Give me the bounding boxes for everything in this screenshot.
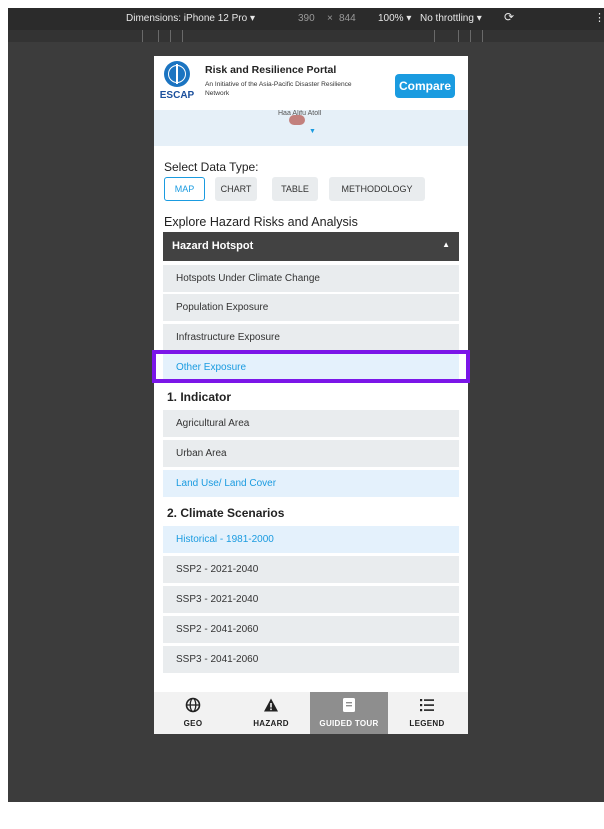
escap-logo[interactable]: ESCAP <box>158 61 196 107</box>
ruler-tick <box>470 30 471 42</box>
globe-icon <box>154 697 232 717</box>
hazard-hotspot-dropdown[interactable]: Hazard Hotspot ▲ <box>163 232 459 261</box>
ruler-tick <box>458 30 459 42</box>
book-icon <box>310 697 388 717</box>
dimension-separator: × <box>327 13 333 24</box>
explore-hazard-label: Explore Hazard Risks and Analysis <box>164 215 358 229</box>
scenario-ssp2-2021-2040[interactable]: SSP2 - 2021-2040 <box>163 556 459 583</box>
option-label: Hotspots Under Climate Change <box>176 273 320 284</box>
portal-title: Risk and Resilience Portal <box>205 64 337 76</box>
nav-label: GUIDED TOUR <box>319 719 379 728</box>
caret-up-icon: ▲ <box>442 240 450 249</box>
indicator-heading: 1. Indicator <box>167 390 232 404</box>
map-marker-icon <box>289 115 305 125</box>
nav-guided-tour[interactable]: GUIDED TOUR <box>310 692 388 734</box>
nav-label: LEGEND <box>409 719 445 728</box>
option-infrastructure-exposure[interactable]: Infrastructure Exposure <box>163 324 459 351</box>
nav-geo[interactable]: GEO <box>154 692 232 734</box>
un-emblem-icon <box>164 61 190 87</box>
option-label: SSP3 - 2021-2040 <box>176 594 259 605</box>
ruler-tick <box>434 30 435 42</box>
throttling-dropdown[interactable]: No throttling ▾ <box>420 13 482 24</box>
ruler-tick <box>158 30 159 42</box>
select-data-type-label: Select Data Type: <box>164 160 259 174</box>
phone-viewport: ESCAP Risk and Resilience Portal An Init… <box>154 56 468 734</box>
device-ruler <box>8 30 604 42</box>
option-other-exposure[interactable]: Other Exposure <box>163 354 459 381</box>
indicator-land-use-land-cover[interactable]: Land Use/ Land Cover <box>163 470 459 497</box>
option-label: SSP2 - 2041-2060 <box>176 624 259 635</box>
indicator-urban-area[interactable]: Urban Area <box>163 440 459 467</box>
option-label: SSP3 - 2041-2060 <box>176 654 259 665</box>
list-icon <box>388 697 466 717</box>
option-label: Population Exposure <box>176 302 269 313</box>
device-height-field[interactable]: 844 <box>339 13 356 24</box>
ruler-tick <box>170 30 171 42</box>
ruler-tick <box>182 30 183 42</box>
indicator-agricultural-area[interactable]: Agricultural Area <box>163 410 459 437</box>
map-preview[interactable]: Haa Alifu Atoll ▼ <box>154 110 468 146</box>
ruler-tick <box>482 30 483 42</box>
portal-header: ESCAP Risk and Resilience Portal An Init… <box>154 56 468 110</box>
option-label: Urban Area <box>176 448 227 459</box>
dropdown-label: Hazard Hotspot <box>172 240 254 252</box>
rotate-icon[interactable]: ⟳ <box>504 10 514 24</box>
climate-scenarios-heading: 2. Climate Scenarios <box>167 506 285 520</box>
scenario-ssp2-2041-2060[interactable]: SSP2 - 2041-2060 <box>163 616 459 643</box>
devtools-device-toolbar: Dimensions: iPhone 12 Pro ▾ 390 × 844 10… <box>8 8 604 30</box>
device-width-field[interactable]: 390 <box>298 13 315 24</box>
tab-methodology[interactable]: METHODOLOGY <box>329 177 425 201</box>
portal-subtitle: An Initiative of the Asia-Pacific Disast… <box>205 81 352 97</box>
nav-legend[interactable]: LEGEND <box>388 692 466 734</box>
more-options-icon[interactable]: ⋮ <box>594 11 604 24</box>
scenario-historical-1981-2000[interactable]: Historical - 1981-2000 <box>163 526 459 553</box>
warning-icon <box>232 697 310 717</box>
option-label: Historical - 1981-2000 <box>176 534 274 545</box>
nav-hazard[interactable]: HAZARD <box>232 692 310 734</box>
ruler-tick <box>142 30 143 42</box>
logo-text: ESCAP <box>159 90 195 101</box>
nav-label: HAZARD <box>253 719 289 728</box>
device-dimensions-dropdown[interactable]: Dimensions: iPhone 12 Pro ▾ <box>126 13 255 24</box>
tab-map[interactable]: MAP <box>164 177 205 201</box>
option-label: SSP2 - 2021-2040 <box>176 564 259 575</box>
nav-label: GEO <box>183 719 203 728</box>
option-label: Other Exposure <box>176 362 247 373</box>
bottom-navigation: GEO HAZARD GUIDED TOUR LEGEND <box>154 692 468 734</box>
option-label: Land Use/ Land Cover <box>176 478 277 489</box>
option-label: Agricultural Area <box>176 418 250 429</box>
compare-button[interactable]: Compare <box>395 74 455 98</box>
tab-table[interactable]: TABLE <box>272 177 318 201</box>
option-label: Infrastructure Exposure <box>176 332 280 343</box>
zoom-dropdown[interactable]: 100% ▾ <box>378 13 411 24</box>
scenario-ssp3-2041-2060[interactable]: SSP3 - 2041-2060 <box>163 646 459 673</box>
option-hotspots-climate-change[interactable]: Hotspots Under Climate Change <box>163 265 459 292</box>
chevron-down-icon[interactable]: ▼ <box>309 128 316 135</box>
scenario-ssp3-2021-2040[interactable]: SSP3 - 2021-2040 <box>163 586 459 613</box>
tab-chart[interactable]: CHART <box>215 177 257 201</box>
option-population-exposure[interactable]: Population Exposure <box>163 294 459 321</box>
